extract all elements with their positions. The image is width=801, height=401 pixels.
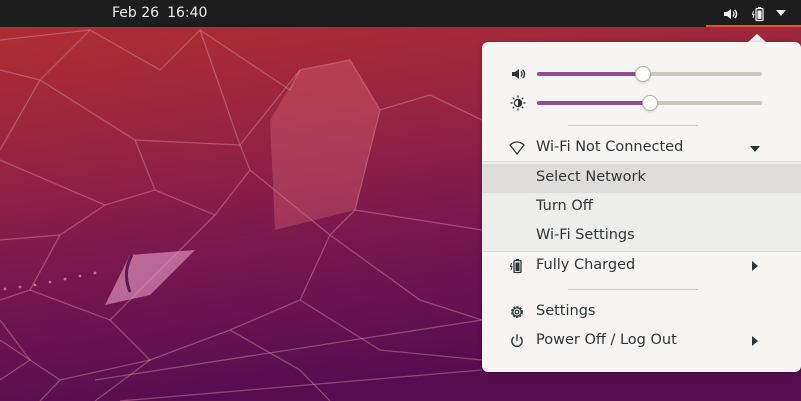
power-menu-item[interactable]: Power Off / Log Out: [482, 327, 801, 356]
menu-separator: [568, 289, 698, 290]
clock-button[interactable]: Feb 26 16:40: [112, 5, 207, 21]
wifi-settings-item[interactable]: Wi-Fi Settings: [482, 222, 801, 251]
wifi-submenu: Select Network Turn Off Wi-Fi Settings: [482, 161, 801, 252]
time-label: 16:40: [167, 5, 208, 21]
brightness-icon: [510, 95, 526, 111]
battery-status-label: Fully Charged: [536, 257, 636, 273]
brightness-row: [482, 91, 801, 115]
speaker-icon: [724, 9, 738, 19]
wifi-settings-label: Wi-Fi Settings: [536, 227, 635, 243]
date-label: Feb 26: [112, 5, 160, 21]
chevron-right-icon: [752, 261, 758, 271]
speaker-icon: [512, 69, 526, 79]
turn-off-label: Turn Off: [536, 198, 593, 214]
power-icon: [511, 334, 523, 348]
menu-arrow-icon: [776, 10, 786, 16]
system-menu-button[interactable]: [706, 0, 801, 27]
brightness-slider-handle[interactable]: [641, 95, 658, 111]
select-network-label: Select Network: [536, 169, 646, 185]
top-bar: Feb 26 16:40: [0, 0, 801, 27]
brightness-slider[interactable]: [537, 95, 762, 111]
settings-menu-item[interactable]: Settings: [482, 298, 801, 327]
settings-label: Settings: [536, 303, 596, 319]
battery-icon: [509, 259, 522, 274]
volume-row: [482, 62, 801, 86]
volume-slider-handle[interactable]: [634, 66, 651, 82]
chevron-down-icon: [750, 146, 760, 152]
wifi-menu-item[interactable]: Wi-Fi Not Connected: [482, 134, 801, 163]
battery-menu-item[interactable]: Fully Charged: [482, 252, 801, 281]
power-label: Power Off / Log Out: [536, 332, 677, 348]
volume-slider[interactable]: [537, 66, 762, 82]
gear-icon: [511, 306, 523, 318]
volume-slider-fill: [537, 72, 643, 76]
chevron-right-icon: [752, 336, 758, 346]
brightness-slider-fill: [537, 101, 650, 105]
turn-off-item[interactable]: Turn Off: [482, 193, 801, 222]
system-menu: Wi-Fi Not Connected Select Network Turn …: [482, 42, 801, 372]
battery-icon: [751, 7, 764, 22]
select-network-item[interactable]: Select Network: [482, 164, 801, 193]
wifi-icon: [509, 141, 525, 155]
wifi-status-label: Wi-Fi Not Connected: [536, 139, 684, 155]
menu-separator: [568, 125, 698, 126]
